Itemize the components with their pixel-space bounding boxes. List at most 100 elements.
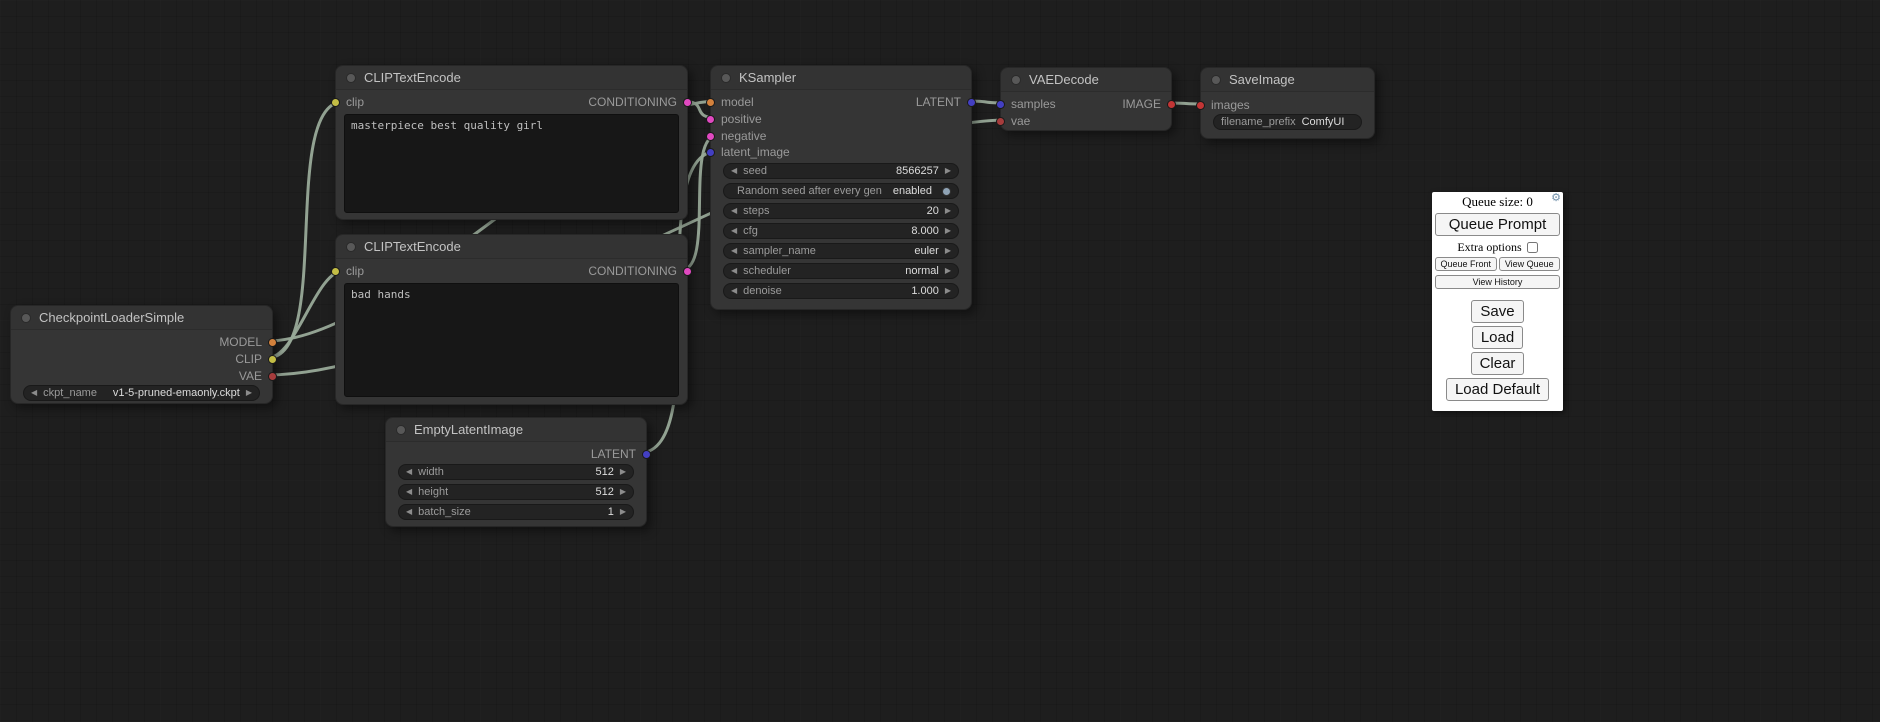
increment-arrow-icon[interactable]: ▶ <box>945 287 951 295</box>
output-slot-model[interactable]: MODEL <box>219 335 277 349</box>
latent-input-dot[interactable] <box>996 100 1005 109</box>
node-clip-text-encode-positive[interactable]: CLIPTextEncode clip CONDITIONING masterp… <box>335 65 688 220</box>
decrement-arrow-icon[interactable]: ◀ <box>31 389 37 397</box>
widget-sampler-name[interactable]: ◀ sampler_name euler ▶ <box>723 243 959 259</box>
widget-denoise[interactable]: ◀ denoise 1.000 ▶ <box>723 283 959 299</box>
conditioning-output-dot[interactable] <box>683 267 692 276</box>
clear-button[interactable]: Clear <box>1471 352 1525 375</box>
clip-input-dot[interactable] <box>331 267 340 276</box>
node-vae-decode[interactable]: VAEDecode samples vae IMAGE <box>1000 67 1172 131</box>
node-save-image[interactable]: SaveImage images filename_prefix ComfyUI <box>1200 67 1375 139</box>
collapse-dot-icon[interactable] <box>1011 75 1021 85</box>
vae-output-dot[interactable] <box>268 372 277 381</box>
node-title-bar[interactable]: CLIPTextEncode <box>336 235 687 259</box>
collapse-dot-icon[interactable] <box>346 73 356 83</box>
node-title-bar[interactable]: KSampler <box>711 66 971 90</box>
toggle-dot-icon[interactable] <box>942 187 951 196</box>
increment-arrow-icon[interactable]: ▶ <box>620 468 626 476</box>
node-checkpoint-loader-simple[interactable]: CheckpointLoaderSimple MODEL CLIP VAE ◀ … <box>10 305 273 404</box>
image-input-dot[interactable] <box>1196 101 1205 110</box>
node-title-bar[interactable]: EmptyLatentImage <box>386 418 646 442</box>
output-slot-conditioning[interactable]: CONDITIONING <box>588 95 692 109</box>
comfy-menu[interactable]: Queue size: 0 ⚙ Queue Prompt Extra optio… <box>1432 192 1563 411</box>
node-title-bar[interactable]: CheckpointLoaderSimple <box>11 306 272 330</box>
model-output-dot[interactable] <box>268 338 277 347</box>
queue-prompt-button[interactable]: Queue Prompt <box>1435 213 1560 236</box>
prompt-text-area[interactable]: masterpiece best quality girl <box>344 114 679 213</box>
input-slot-clip[interactable]: clip <box>331 95 364 109</box>
collapse-dot-icon[interactable] <box>396 425 406 435</box>
increment-arrow-icon[interactable]: ▶ <box>246 389 252 397</box>
vae-input-dot[interactable] <box>996 117 1005 126</box>
node-title-bar[interactable]: VAEDecode <box>1001 68 1171 92</box>
node-title-bar[interactable]: SaveImage <box>1201 68 1374 92</box>
latent-output-dot[interactable] <box>967 98 976 107</box>
widget-width[interactable]: ◀ width 512 ▶ <box>398 464 634 480</box>
widget-scheduler[interactable]: ◀ scheduler normal ▶ <box>723 263 959 279</box>
input-slot-negative[interactable]: negative <box>706 129 766 143</box>
decrement-arrow-icon[interactable]: ◀ <box>731 167 737 175</box>
view-history-button[interactable]: View History <box>1435 275 1560 289</box>
clip-input-dot[interactable] <box>331 98 340 107</box>
widget-random-seed-toggle[interactable]: Random seed after every gen enabled <box>723 183 959 199</box>
input-slot-clip[interactable]: clip <box>331 264 364 278</box>
settings-gear-icon[interactable]: ⚙ <box>1551 193 1561 204</box>
decrement-arrow-icon[interactable]: ◀ <box>406 508 412 516</box>
conditioning-output-dot[interactable] <box>683 98 692 107</box>
collapse-dot-icon[interactable] <box>1211 75 1221 85</box>
output-slot-latent[interactable]: LATENT <box>916 95 976 109</box>
output-slot-image[interactable]: IMAGE <box>1122 97 1176 111</box>
clip-output-dot[interactable] <box>268 355 277 364</box>
decrement-arrow-icon[interactable]: ◀ <box>731 267 737 275</box>
increment-arrow-icon[interactable]: ▶ <box>620 488 626 496</box>
output-slot-conditioning[interactable]: CONDITIONING <box>588 264 692 278</box>
widget-cfg[interactable]: ◀ cfg 8.000 ▶ <box>723 223 959 239</box>
latent-output-dot[interactable] <box>642 450 651 459</box>
increment-arrow-icon[interactable]: ▶ <box>620 508 626 516</box>
node-clip-text-encode-negative[interactable]: CLIPTextEncode clip CONDITIONING bad han… <box>335 234 688 405</box>
load-default-button[interactable]: Load Default <box>1446 378 1549 401</box>
image-output-dot[interactable] <box>1167 100 1176 109</box>
decrement-arrow-icon[interactable]: ◀ <box>406 468 412 476</box>
increment-arrow-icon[interactable]: ▶ <box>945 247 951 255</box>
widget-ckpt-name[interactable]: ◀ ckpt_name v1-5-pruned-emaonly.ckpt ▶ <box>23 385 260 401</box>
node-ksampler[interactable]: KSampler model positive negative latent_… <box>710 65 972 310</box>
load-button[interactable]: Load <box>1472 326 1523 349</box>
queue-front-button[interactable]: Queue Front <box>1435 257 1497 271</box>
decrement-arrow-icon[interactable]: ◀ <box>731 227 737 235</box>
decrement-arrow-icon[interactable]: ◀ <box>406 488 412 496</box>
widget-filename-prefix[interactable]: filename_prefix ComfyUI <box>1213 114 1362 130</box>
decrement-arrow-icon[interactable]: ◀ <box>731 287 737 295</box>
increment-arrow-icon[interactable]: ▶ <box>945 267 951 275</box>
input-slot-samples[interactable]: samples <box>996 97 1056 111</box>
output-slot-latent[interactable]: LATENT <box>591 447 651 461</box>
input-slot-latent-image[interactable]: latent_image <box>706 145 790 159</box>
save-button[interactable]: Save <box>1471 300 1523 323</box>
collapse-dot-icon[interactable] <box>346 242 356 252</box>
input-slot-model[interactable]: model <box>706 95 754 109</box>
increment-arrow-icon[interactable]: ▶ <box>945 227 951 235</box>
widget-height[interactable]: ◀ height 512 ▶ <box>398 484 634 500</box>
input-slot-vae[interactable]: vae <box>996 114 1030 128</box>
prompt-text-area[interactable]: bad hands <box>344 283 679 397</box>
decrement-arrow-icon[interactable]: ◀ <box>731 207 737 215</box>
widget-batch-size[interactable]: ◀ batch_size 1 ▶ <box>398 504 634 520</box>
increment-arrow-icon[interactable]: ▶ <box>945 167 951 175</box>
conditioning-input-dot[interactable] <box>706 115 715 124</box>
collapse-dot-icon[interactable] <box>21 313 31 323</box>
collapse-dot-icon[interactable] <box>721 73 731 83</box>
widget-steps[interactable]: ◀ steps 20 ▶ <box>723 203 959 219</box>
output-slot-clip[interactable]: CLIP <box>235 352 277 366</box>
input-slot-images[interactable]: images <box>1196 98 1250 112</box>
widget-seed[interactable]: ◀ seed 8566257 ▶ <box>723 163 959 179</box>
node-title-bar[interactable]: CLIPTextEncode <box>336 66 687 90</box>
conditioning-input-dot[interactable] <box>706 132 715 141</box>
decrement-arrow-icon[interactable]: ◀ <box>731 247 737 255</box>
node-graph-canvas[interactable]: CheckpointLoaderSimple MODEL CLIP VAE ◀ … <box>0 0 1880 722</box>
model-input-dot[interactable] <box>706 98 715 107</box>
extra-options-checkbox[interactable] <box>1527 242 1538 253</box>
input-slot-positive[interactable]: positive <box>706 112 762 126</box>
increment-arrow-icon[interactable]: ▶ <box>945 207 951 215</box>
latent-input-dot[interactable] <box>706 148 715 157</box>
output-slot-vae[interactable]: VAE <box>239 369 277 383</box>
